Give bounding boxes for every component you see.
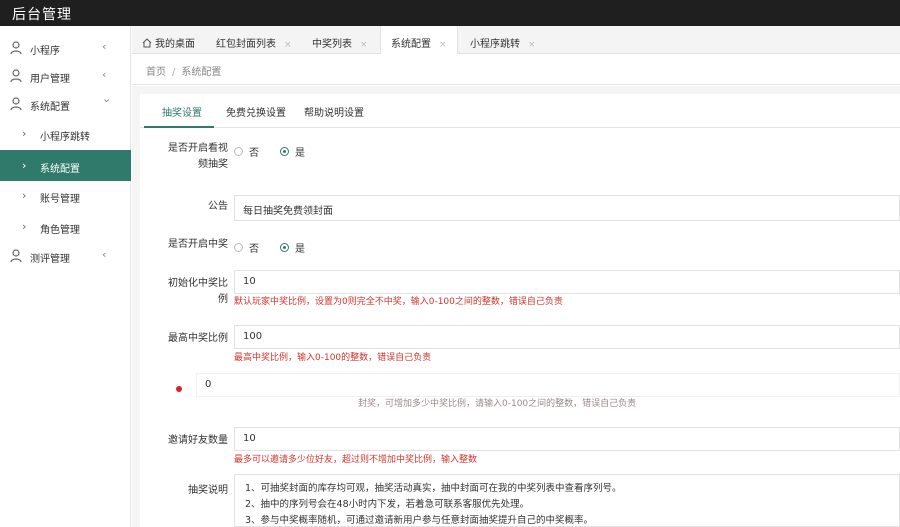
notice-input[interactable]: 每日抽奖免费领封面 bbox=[234, 195, 900, 221]
tab-label: 红包封面列表 bbox=[216, 39, 276, 50]
invite-count-help: 最多可以邀请多少位好友，超过则不增加中奖比例，输入整数 bbox=[234, 455, 478, 465]
user-icon bbox=[10, 69, 22, 83]
sidebar-item-users[interactable]: 用户管理 ‹ bbox=[0, 62, 131, 90]
sidebar-item-system-config[interactable]: 系统配置 ⌄ bbox=[0, 90, 131, 118]
top-bar: 后台管理 bbox=[0, 0, 900, 26]
invite-rate-input[interactable]: 0 bbox=[196, 373, 900, 397]
description-textarea[interactable]: 1、可抽奖封面的库存均可观，抽奖活动真实，抽中封面可在我的中奖列表中查看序列号。… bbox=[234, 474, 900, 527]
sidebar-subitem-roles[interactable]: › 角色管理 bbox=[0, 213, 131, 241]
enable-win-yes-radio[interactable]: 是 bbox=[280, 240, 305, 255]
description-label: 抽奖说明 bbox=[188, 485, 228, 496]
sidebar-item-label: 测评管理 bbox=[30, 254, 70, 265]
chevron-right-icon: › bbox=[22, 127, 27, 140]
home-icon bbox=[142, 38, 152, 48]
max-rate-input[interactable]: 100 bbox=[234, 325, 900, 349]
sidebar: 小程序 ‹ 用户管理 ‹ 系统配置 ⌄ › 小程序跳转 › 系统配置 › 账号管… bbox=[0, 26, 131, 527]
sidebar-item-label: 小程序跳转 bbox=[40, 132, 90, 143]
close-icon[interactable]: × bbox=[439, 40, 447, 50]
sidebar-item-label: 系统配置 bbox=[30, 102, 70, 113]
label-line: 初始化中奖比 bbox=[168, 278, 228, 289]
watch-video-label: 是否开启看视 频抽奖 bbox=[150, 141, 228, 173]
enable-win-label: 是否开启中奖 bbox=[168, 239, 228, 250]
description-line: 3、参与中奖概率随机，可通过邀请新用户参与任意封面抽奖提升自己的中奖概率。 bbox=[245, 515, 594, 526]
description-line: 2、抽中的序列号会在48小时内下发，若着急可联系客服优先处理。 bbox=[245, 499, 530, 510]
label-line: 例 bbox=[218, 294, 228, 305]
chevron-left-icon: ‹ bbox=[102, 68, 107, 81]
sidebar-item-label: 角色管理 bbox=[40, 225, 80, 236]
tab-label: 系统配置 bbox=[391, 39, 431, 50]
breadcrumb-home[interactable]: 首页 bbox=[146, 67, 166, 78]
tab-system-config[interactable]: 系统配置 × bbox=[380, 26, 458, 54]
init-rate-label: 初始化中奖比 例 bbox=[150, 276, 228, 308]
tab-free-exchange-settings[interactable]: 免费兑换设置 bbox=[226, 104, 286, 119]
sidebar-item-evaluation[interactable]: 测评管理 ‹ bbox=[0, 242, 131, 270]
radio-dot bbox=[234, 147, 243, 156]
breadcrumb-current: 系统配置 bbox=[181, 67, 222, 78]
tab-my-desktop[interactable]: 我的桌面 bbox=[142, 26, 195, 54]
tab-bar: 我的桌面 红包封面列表 × 中奖列表 × 系统配置 × 小程序跳转 × bbox=[132, 26, 900, 54]
chevron-right-icon: › bbox=[22, 159, 27, 172]
init-rate-help: 默认玩家中奖比例，设置为0则完全不中奖，输入0-100之间的整数，错误自己负责 bbox=[234, 297, 563, 307]
invite-count-label: 邀请好友数量 bbox=[168, 435, 228, 446]
invite-count-input[interactable]: 10 bbox=[234, 427, 900, 451]
notice-label: 公告 bbox=[208, 201, 228, 212]
label-line: 频抽奖 bbox=[198, 159, 228, 170]
settings-panel: 抽奖设置 免费兑换设置 帮助说明设置 是否开启看视 频抽奖 否 是 公告 每日抽… bbox=[140, 94, 900, 527]
tab-label: 小程序跳转 bbox=[470, 39, 520, 50]
annotation-red-dot bbox=[176, 386, 182, 392]
content-area: 抽奖设置 免费兑换设置 帮助说明设置 是否开启看视 频抽奖 否 是 公告 每日抽… bbox=[132, 86, 900, 527]
radio-label: 否 bbox=[249, 244, 259, 255]
app-title: 后台管理 bbox=[12, 7, 72, 23]
tab-lottery-settings[interactable]: 抽奖设置 bbox=[162, 104, 202, 119]
tab-red-packet-covers[interactable]: 红包封面列表 × bbox=[216, 26, 292, 54]
breadcrumb-separator: / bbox=[172, 67, 176, 78]
radio-label: 是 bbox=[295, 244, 305, 255]
description-line: 1、可抽奖封面的库存均可观，抽奖活动真实，抽中封面可在我的中奖列表中查看序列号。 bbox=[245, 483, 622, 494]
radio-dot bbox=[280, 243, 289, 252]
tab-mini-program-jump[interactable]: 小程序跳转 × bbox=[470, 26, 536, 54]
max-rate-label: 最高中奖比例 bbox=[168, 333, 228, 344]
radio-dot bbox=[234, 243, 243, 252]
enable-win-no-radio[interactable]: 否 bbox=[234, 240, 259, 255]
sidebar-item-mini-program[interactable]: 小程序 ‹ bbox=[0, 34, 131, 62]
chevron-down-icon: ⌄ bbox=[102, 92, 112, 105]
sidebar-subitem-system-config[interactable]: › 系统配置 bbox=[0, 150, 131, 181]
label-line: 是否开启看视 bbox=[168, 143, 228, 154]
radio-dot bbox=[280, 147, 289, 156]
watch-video-no-radio[interactable]: 否 bbox=[234, 144, 259, 159]
chevron-right-icon: › bbox=[22, 220, 27, 233]
close-icon[interactable]: × bbox=[284, 40, 292, 50]
invite-rate-help: 封奖，可增加多少中奖比例，请输入0-100之间的整数，错误自己负责 bbox=[358, 399, 637, 409]
active-tab-indicator bbox=[144, 126, 214, 128]
tab-label: 中奖列表 bbox=[312, 39, 352, 50]
breadcrumb: 首页 / 系统配置 bbox=[132, 55, 900, 85]
chevron-left-icon: ‹ bbox=[102, 40, 107, 53]
init-rate-input[interactable]: 10 bbox=[234, 270, 900, 294]
tab-help-settings[interactable]: 帮助说明设置 bbox=[304, 104, 364, 119]
radio-label: 否 bbox=[249, 148, 259, 159]
radio-label: 是 bbox=[295, 148, 305, 159]
user-icon bbox=[10, 249, 22, 263]
chevron-right-icon: › bbox=[22, 189, 27, 202]
settings-tabs: 抽奖设置 免费兑换设置 帮助说明设置 bbox=[140, 94, 900, 128]
tab-winners-list[interactable]: 中奖列表 × bbox=[312, 26, 368, 54]
sidebar-subitem-mini-program-jump[interactable]: › 小程序跳转 bbox=[0, 120, 131, 148]
sidebar-item-label: 用户管理 bbox=[30, 74, 70, 85]
sidebar-item-label: 账号管理 bbox=[40, 194, 80, 205]
close-icon[interactable]: × bbox=[360, 40, 368, 50]
user-icon bbox=[10, 41, 22, 55]
max-rate-help: 最高中奖比例，输入0-100的整数，错误自己负责 bbox=[234, 353, 432, 363]
tab-label: 我的桌面 bbox=[155, 39, 195, 50]
watch-video-yes-radio[interactable]: 是 bbox=[280, 144, 305, 159]
close-icon[interactable]: × bbox=[528, 40, 536, 50]
chevron-left-icon: ‹ bbox=[102, 248, 107, 261]
sidebar-subitem-accounts[interactable]: › 账号管理 bbox=[0, 182, 131, 210]
sidebar-item-label: 系统配置 bbox=[40, 164, 80, 175]
user-icon bbox=[10, 97, 22, 111]
sidebar-item-label: 小程序 bbox=[30, 46, 60, 57]
